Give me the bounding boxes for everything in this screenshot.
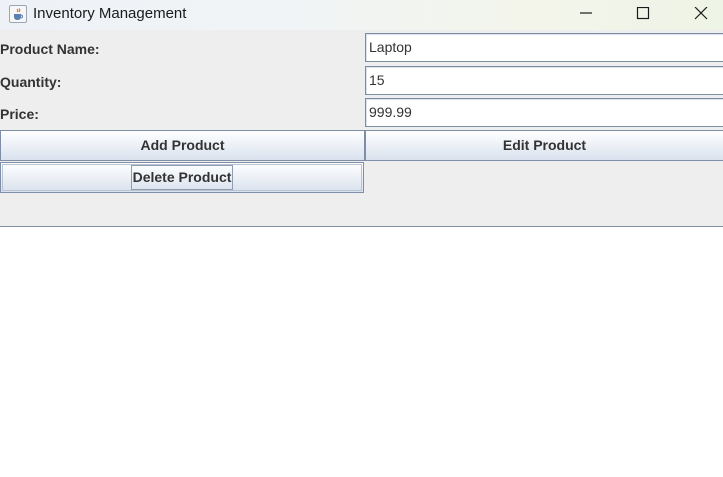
product-name-label: Product Name: <box>0 41 100 57</box>
button-focus-border <box>2 164 362 191</box>
close-icon <box>694 7 708 20</box>
java-cup-icon <box>9 5 27 23</box>
form-panel: Product Name: Laptop Quantity: 15 Price:… <box>0 30 723 226</box>
title-bar[interactable]: Inventory Management <box>0 0 723 30</box>
price-label: Price: <box>0 106 39 122</box>
price-field[interactable]: 999.99 <box>365 98 723 127</box>
app-window: Inventory Management Product Name: Lapto… <box>0 0 723 477</box>
panel-bottom-border <box>0 226 723 227</box>
delete-product-button[interactable]: Delete Product <box>0 162 364 193</box>
maximize-icon <box>636 7 650 20</box>
minimize-icon <box>580 12 592 14</box>
add-product-button[interactable]: Add Product <box>0 130 365 161</box>
quantity-field[interactable]: 15 <box>365 66 723 95</box>
maximize-button[interactable] <box>619 0 665 30</box>
close-button[interactable] <box>677 0 723 30</box>
window-title: Inventory Management <box>33 5 187 22</box>
product-name-field[interactable]: Laptop <box>365 33 723 62</box>
edit-product-button[interactable]: Edit Product <box>365 130 723 161</box>
minimize-button[interactable] <box>562 0 608 30</box>
quantity-label: Quantity: <box>0 74 62 90</box>
